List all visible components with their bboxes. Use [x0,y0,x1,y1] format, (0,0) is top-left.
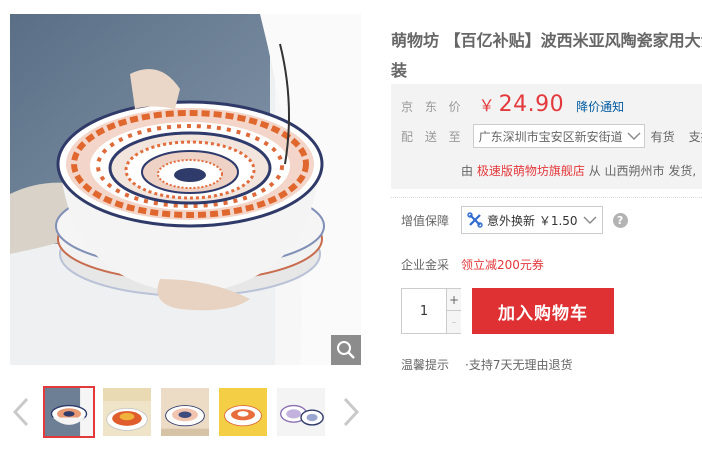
thumbnail-image [219,388,267,436]
price-label: 京 东 价 [401,100,465,114]
chevron-down-icon [583,216,597,224]
shipping-row: 配 送 至 广东深圳市宝安区新安街道 有货 支持 [401,124,702,148]
coupon-link[interactable]: 领立减200元券 [461,256,544,273]
thumbnail-image [161,388,209,436]
support-text: 支持 [688,129,702,144]
price-amount: 24.90 [498,92,565,117]
thumbnail-3[interactable] [159,386,211,438]
shipping-label: 配 送 至 [401,129,465,144]
value-added-row: 增值保障 意外换新 ￥1.50 ? [401,206,628,234]
seller-prefix: 由 [461,164,474,178]
price-drop-notify-link[interactable]: 降价通知 [576,98,624,115]
seller-from: 从 [588,164,601,178]
add-to-cart-button[interactable]: 加入购物车 [472,288,614,334]
quantity-decrease-button[interactable]: - [446,311,461,333]
quantity-input[interactable] [402,289,446,333]
stock-status: 有货 [650,129,675,144]
product-title-line1: 萌物坊 【百亿补贴】波西米亚风陶瓷家用大汤碗 [391,31,702,50]
address-select[interactable]: 广东深圳市宝安区新安街道 [472,124,645,148]
shop-link[interactable]: 极速版萌物坊旗舰店 [477,164,585,178]
tips-row: 温馨提示 ·支持7天无理由退货 [401,356,572,373]
thumbnail-4[interactable] [217,386,269,438]
bowl-photo [10,14,361,365]
thumbnail-next-button[interactable] [338,392,364,432]
chevron-right-icon [343,397,359,427]
product-title: 萌物坊 【百亿补贴】波西米亚风陶瓷家用大汤碗 装 [391,26,702,86]
value-added-label: 增值保障 [401,213,450,228]
chevron-down-icon [627,132,641,140]
thumbnail-prev-button[interactable] [8,392,34,432]
zoom-icon [337,341,355,359]
main-product-image[interactable] [10,14,361,365]
enterprise-label: 企业金采 [401,258,450,272]
chevron-left-icon [13,397,29,427]
price-currency: ￥ [478,96,495,115]
address-value: 广东深圳市宝安区新安街道 [478,129,623,144]
thumbnail-image [45,388,93,436]
thumbnail-1[interactable] [43,386,95,438]
seller-origin: 山西朔州市 [604,164,665,178]
value-added-select[interactable]: 意外换新 ￥1.50 [461,206,603,234]
value-added-option: 意外换新 ￥1.50 [487,213,578,228]
thumbnail-2[interactable] [101,386,153,438]
help-icon[interactable]: ? [612,212,628,228]
seller-info: 由 极速版萌物坊旗舰店 从 山西朔州市 发货, [461,162,696,179]
price-summary-box: 京 东 价 ￥ 24.90 降价通知 配 送 至 广东深圳市宝安区新安街道 有货… [391,84,702,189]
enterprise-purchase-row: 企业金采 领立减200元券 [401,256,544,273]
thumbnail-5[interactable] [275,386,327,438]
product-title-line2: 装 [391,61,408,80]
seller-suffix: 发货, [668,164,697,178]
tools-icon [467,212,483,228]
thumbnail-image [277,388,325,436]
quantity-stepper: + - [401,288,461,334]
tips-item: ·支持7天无理由退货 [465,358,573,372]
section-divider [391,197,702,198]
quantity-increase-button[interactable]: + [446,289,461,311]
thumbnail-image [103,388,151,436]
zoom-button[interactable] [331,335,361,365]
price-row: 京 东 价 ￥ 24.90 降价通知 [401,92,624,117]
tips-label: 温馨提示 [401,358,450,372]
